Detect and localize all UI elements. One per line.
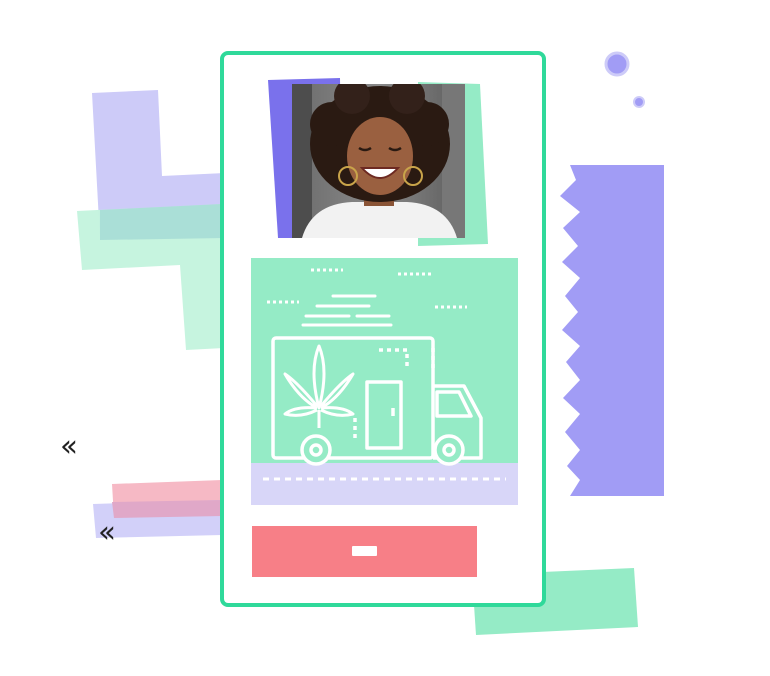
cta-button[interactable]: [252, 526, 477, 577]
cta-label-placeholder-bar: [352, 546, 377, 556]
lavender-dot-small: [633, 96, 645, 108]
lavender-dot-large: [604, 51, 630, 77]
overlap-tint: [100, 204, 224, 240]
smiling-woman-photo: [292, 84, 465, 238]
double-chevron-left-icon: ‹‹: [98, 515, 116, 550]
purple-jagged-strip: [560, 165, 664, 496]
pink-lavender-overlap: [112, 500, 222, 518]
double-chevron-left-icon: ‹‹: [60, 429, 78, 464]
portrait-photo: [292, 84, 465, 238]
delivery-truck-icon: [251, 258, 518, 505]
